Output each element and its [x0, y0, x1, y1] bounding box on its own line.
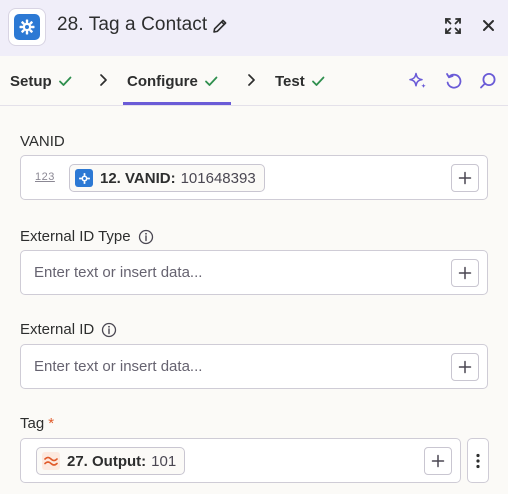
vanid-label: VANID	[20, 133, 65, 150]
tag-label: Tag *	[20, 415, 54, 432]
more-vertical-icon	[476, 453, 480, 468]
plus-icon	[458, 360, 472, 374]
vanid-field[interactable]: 123 12. VANID: 101648393	[20, 155, 488, 200]
insert-data-button[interactable]	[424, 447, 452, 475]
check-icon	[204, 76, 218, 86]
chevron-right-icon	[100, 74, 107, 86]
insert-data-button[interactable]	[451, 259, 479, 287]
chevron-right-icon	[248, 74, 255, 86]
external-id-type-label: External ID Type	[20, 228, 154, 245]
tag-label-text: Tag	[20, 415, 45, 432]
number-type-hint: 123	[35, 171, 55, 183]
ngp-van-gear-icon	[75, 169, 93, 187]
plus-icon	[431, 454, 445, 468]
insert-data-button[interactable]	[451, 164, 479, 192]
expand-icon[interactable]	[444, 17, 462, 35]
formatter-icon	[42, 452, 60, 470]
undo-icon[interactable]	[444, 71, 464, 91]
step-title[interactable]: 28. Tag a Contact	[57, 14, 207, 36]
pill-value: 101648393	[180, 169, 256, 187]
step-header: 28. Tag a Contact	[0, 0, 508, 56]
pill-step: 12. VANID:	[100, 169, 176, 187]
plus-icon	[458, 171, 472, 185]
info-icon[interactable]	[138, 229, 154, 245]
tag-field[interactable]: 27. Output: 101	[20, 438, 461, 483]
info-icon[interactable]	[101, 322, 117, 338]
external-id-field[interactable]: Enter text or insert data...	[20, 344, 488, 389]
plus-icon	[458, 266, 472, 280]
external-id-type-label-text: External ID Type	[20, 228, 131, 245]
external-id-type-field[interactable]: Enter text or insert data...	[20, 250, 488, 295]
close-icon[interactable]	[480, 17, 497, 34]
app-icon	[8, 8, 46, 46]
external-id-label-text: External ID	[20, 321, 95, 338]
check-icon	[58, 76, 72, 86]
tab-configure[interactable]: Configure	[127, 56, 218, 106]
external-id-placeholder: Enter text or insert data...	[34, 358, 203, 375]
external-id-label: External ID	[20, 321, 117, 338]
pencil-icon[interactable]	[211, 17, 229, 35]
insert-data-button[interactable]	[451, 353, 479, 381]
tab-label: Configure	[127, 72, 198, 90]
tab-label: Test	[275, 72, 305, 90]
tab-test[interactable]: Test	[275, 56, 325, 106]
tag-value-pill[interactable]: 27. Output: 101	[36, 447, 186, 475]
ai-sparkle-icon[interactable]	[408, 71, 428, 91]
pill-step: 27. Output:	[67, 452, 147, 470]
vanid-label-text: VANID	[20, 133, 65, 150]
ngp-van-gear-icon	[19, 19, 35, 35]
more-options-button[interactable]	[467, 438, 489, 483]
active-tab-indicator	[123, 102, 231, 105]
tab-label: Setup	[10, 72, 52, 90]
search-icon[interactable]	[478, 71, 498, 91]
tab-setup[interactable]: Setup	[10, 56, 72, 106]
external-id-type-placeholder: Enter text or insert data...	[34, 264, 203, 281]
required-mark: *	[48, 415, 55, 432]
check-icon	[311, 76, 325, 86]
pill-value: 101	[151, 452, 177, 470]
vanid-value-pill[interactable]: 12. VANID: 101648393	[69, 164, 265, 192]
